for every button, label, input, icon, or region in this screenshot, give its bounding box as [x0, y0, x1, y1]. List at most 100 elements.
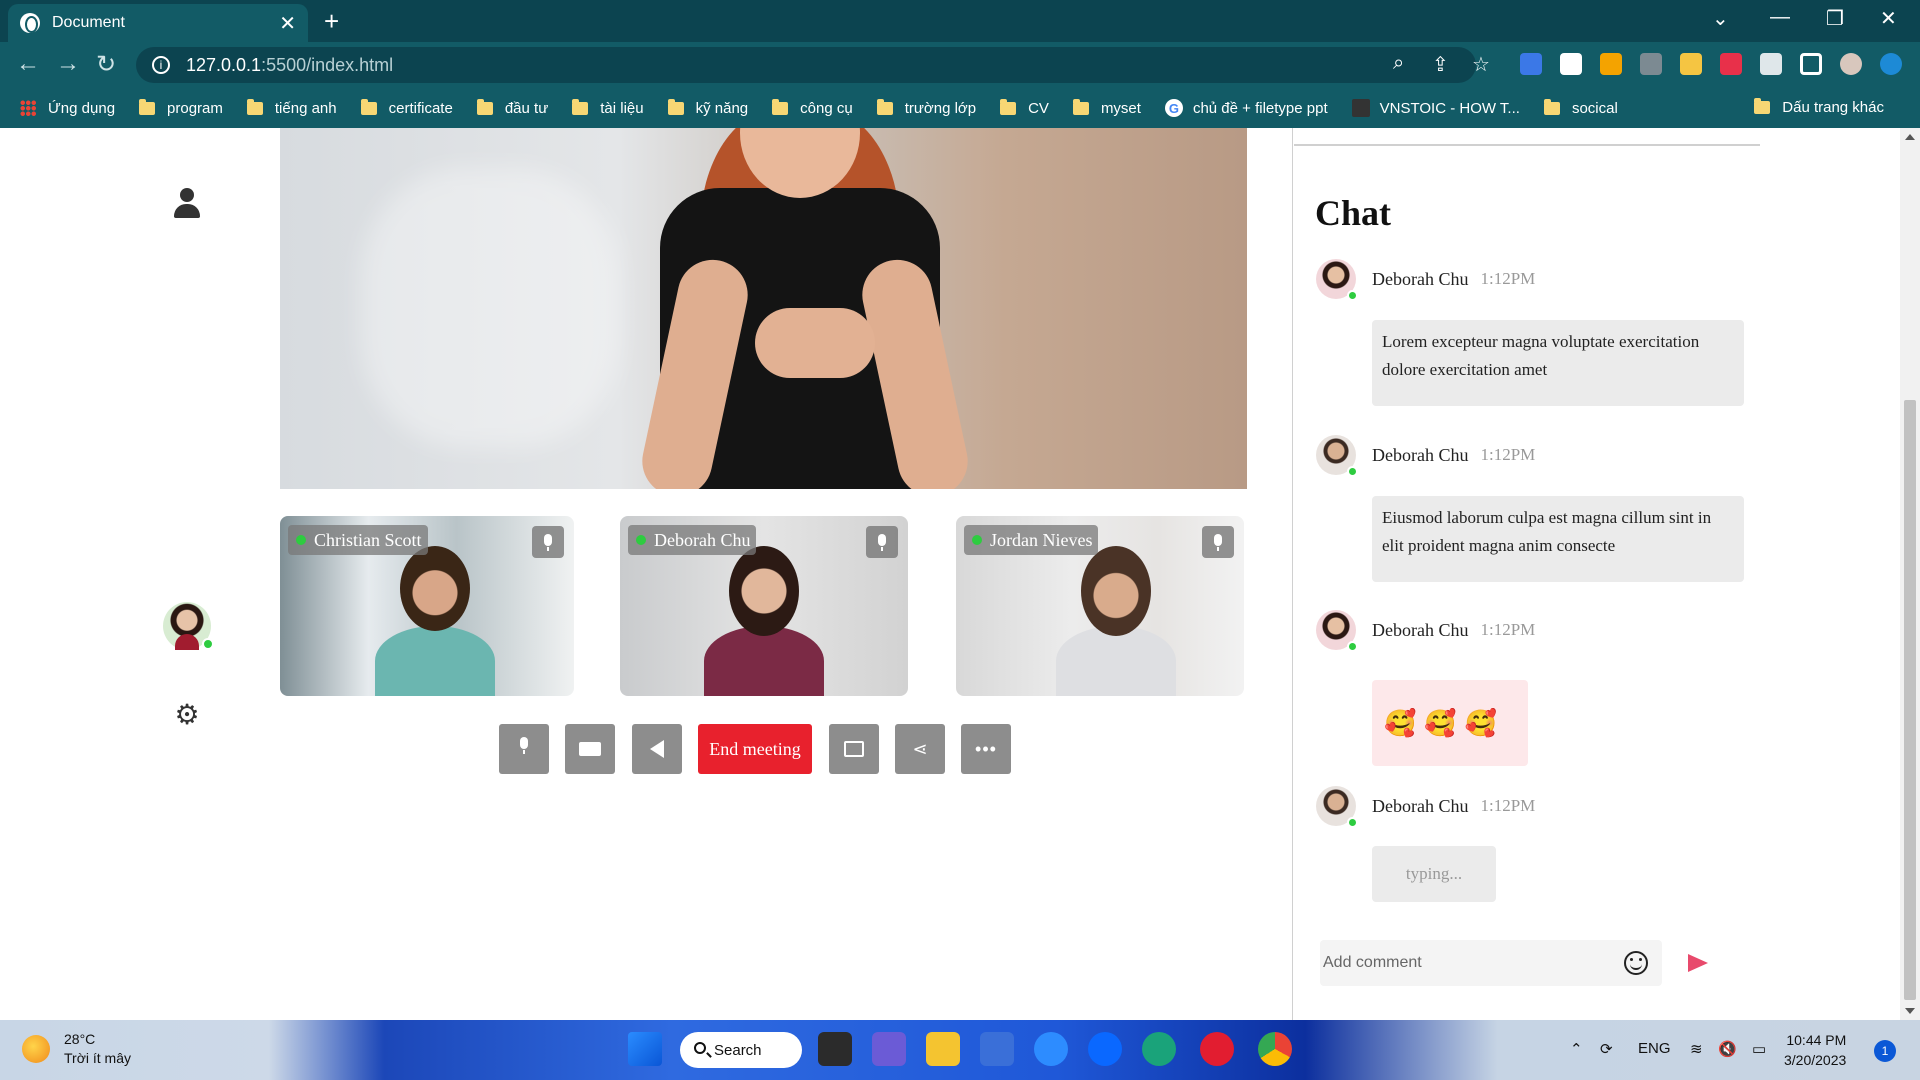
participant-tile[interactable]: Deborah Chu [620, 516, 908, 696]
bookmark-link[interactable]: Gchủ đề + filetype ppt [1164, 99, 1328, 117]
site-info-icon[interactable]: i [152, 56, 170, 74]
sync-icon[interactable]: ⟳ [1600, 1040, 1613, 1058]
main-speaker-video [280, 128, 1247, 489]
mic-icon[interactable] [1202, 526, 1234, 558]
bookmark-folder[interactable]: kỹ năng [667, 98, 748, 117]
chat-message-header: Deborah Chu 1:12PM [1316, 609, 1535, 652]
bookmark-folder[interactable]: công cụ [772, 98, 853, 117]
speaker-toggle-button[interactable] [632, 724, 682, 774]
volume-muted-icon[interactable]: 🔇 [1718, 1040, 1737, 1058]
minimize-button[interactable]: — [1770, 6, 1790, 29]
new-tab-button[interactable]: + [324, 6, 339, 37]
folder-icon [246, 98, 263, 115]
pen-extension-icon[interactable] [1600, 53, 1622, 75]
off-extension-icon[interactable] [1640, 53, 1662, 75]
reload-button[interactable]: ↻ [96, 50, 116, 79]
bookmark-folder[interactable]: program [139, 98, 223, 117]
screen-share-button[interactable] [829, 724, 879, 774]
participant-tile[interactable]: Christian Scott [280, 516, 574, 696]
emoji-picker-icon[interactable] [1624, 951, 1648, 975]
share-icon: ⋖ [912, 738, 928, 759]
bookmark-folder[interactable]: certificate [360, 98, 453, 117]
menu-kebab-icon[interactable] [1880, 53, 1902, 75]
camera-toggle-button[interactable] [565, 724, 615, 774]
smiling-hearts-emoji: 🥰 [1464, 707, 1498, 738]
taskbar-clock[interactable]: 10:44 PM 3/20/2023 [1784, 1030, 1846, 1070]
teams-icon[interactable] [872, 1032, 906, 1066]
scroll-up-arrow-icon[interactable] [1905, 134, 1915, 140]
bookmark-star-icon[interactable]: ☆ [1472, 52, 1490, 77]
more-options-button[interactable]: ••• [961, 724, 1011, 774]
zoom-icon[interactable]: ⌕ [1393, 52, 1404, 75]
zalo-icon[interactable] [1088, 1032, 1122, 1066]
bookmark-folder[interactable]: CV [1000, 98, 1049, 117]
weather-widget[interactable]: 28°C Trời ít mây [22, 1030, 131, 1068]
share-icon[interactable]: ⇪ [1432, 52, 1449, 77]
back-button[interactable]: ← [16, 50, 40, 78]
settings-gear-icon[interactable]: ⚙ [174, 701, 200, 729]
chat-message-header: Deborah Chu 1:12PM [1316, 785, 1535, 828]
avatar [1316, 786, 1358, 828]
close-window-button[interactable]: ✕ [1880, 6, 1897, 31]
b-extension-icon[interactable] [1560, 53, 1582, 75]
bookmark-other-folder[interactable]: Dấu trang khác [1754, 98, 1884, 116]
folder-icon [139, 98, 156, 115]
input-language[interactable]: ENG [1638, 1040, 1671, 1057]
wifi-icon[interactable]: ≋ [1690, 1040, 1703, 1058]
share-button[interactable]: ⋖ [895, 724, 945, 774]
notification-badge[interactable]: 1 [1874, 1040, 1896, 1062]
mic-icon[interactable] [532, 526, 564, 558]
puzzle-extensions-icon[interactable] [1760, 53, 1782, 75]
page-scrollbar[interactable] [1900, 128, 1920, 1020]
send-icon[interactable] [1688, 954, 1708, 972]
bookmark-folder[interactable]: đầu tư [476, 98, 548, 117]
mic-toggle-button[interactable] [499, 724, 549, 774]
restore-button[interactable]: ❐ [1826, 6, 1844, 31]
copilot-icon[interactable] [980, 1032, 1014, 1066]
taskbar-search[interactable]: Search [680, 1032, 802, 1068]
windows-start-icon[interactable] [628, 1032, 662, 1066]
participant-tile[interactable]: Jordan Nieves [956, 516, 1244, 696]
show-hidden-icons-chevron-icon[interactable]: ⌃ [1570, 1040, 1583, 1058]
edge-icon[interactable] [1142, 1032, 1176, 1066]
bookmark-folder[interactable]: socical [1543, 98, 1618, 117]
opera-icon[interactable] [1200, 1032, 1234, 1066]
online-indicator [1347, 817, 1358, 828]
translate-extension-icon[interactable] [1520, 53, 1542, 75]
bookmark-folder[interactable]: trường lớp [876, 98, 977, 117]
comment-input[interactable] [1323, 954, 1624, 972]
scroll-down-arrow-icon[interactable] [1905, 1008, 1915, 1014]
address-bar[interactable]: i 127.0.0.1:5500/index.html [136, 47, 1476, 83]
red-extension-icon[interactable] [1720, 53, 1742, 75]
my-avatar[interactable] [163, 602, 214, 650]
browser-tab[interactable]: Document ✕ [8, 4, 308, 42]
bookmark-label: VNSTOIC - HOW T... [1379, 99, 1520, 117]
bookmark-label: tài liệu [600, 99, 644, 117]
side-panel-icon[interactable] [1800, 53, 1822, 75]
smiling-hearts-emoji: 🥰 [1424, 707, 1457, 738]
forward-button[interactable]: → [56, 50, 80, 78]
end-meeting-button[interactable]: End meeting [698, 724, 812, 774]
bookmark-link[interactable]: VNSTOIC - HOW T... [1351, 99, 1520, 117]
notes-extension-icon[interactable] [1680, 53, 1702, 75]
bookmark-folder[interactable]: myset [1072, 98, 1141, 117]
mic-icon[interactable] [866, 526, 898, 558]
url-path: :5500/index.html [261, 54, 394, 75]
file-explorer-icon[interactable] [926, 1032, 960, 1066]
bookmark-label: trường lớp [904, 99, 977, 117]
task-view-icon[interactable] [818, 1032, 852, 1066]
online-indicator [202, 638, 214, 650]
zoom-app-icon[interactable] [1034, 1032, 1068, 1066]
user-icon[interactable] [172, 188, 202, 222]
close-tab-icon[interactable]: ✕ [279, 11, 296, 36]
sender-name: Deborah Chu [1372, 795, 1469, 816]
tab-search-button[interactable]: ⌄ [1712, 6, 1729, 31]
profile-avatar[interactable] [1840, 53, 1862, 75]
bookmark-folder[interactable]: tiếng anh [246, 98, 337, 117]
battery-icon[interactable]: ▭ [1752, 1040, 1766, 1058]
more-dots-icon: ••• [975, 738, 997, 759]
scroll-thumb[interactable] [1904, 400, 1916, 1000]
bookmark-folder[interactable]: tài liệu [572, 98, 644, 117]
chrome-icon[interactable] [1258, 1032, 1292, 1066]
bookmark-apps[interactable]: Ứng dụng [20, 100, 115, 117]
